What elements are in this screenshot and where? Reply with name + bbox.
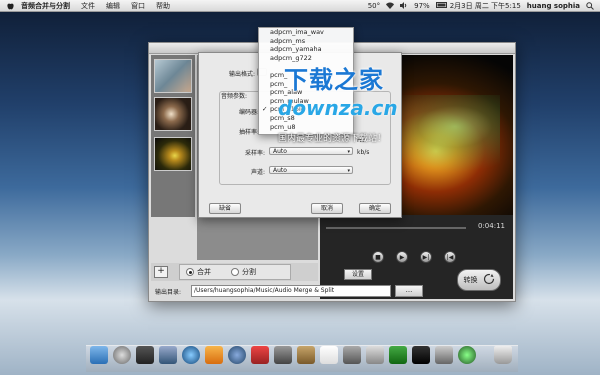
codec-option[interactable]: adpcm_yamaha [259,45,353,54]
app-store-icon[interactable] [228,346,246,364]
split-label: 分割 [242,268,256,276]
clock[interactable]: 2月3日 周二 下午5:15 [450,1,521,11]
menu-edit[interactable]: 编辑 [106,1,120,11]
stop-icon: ■ [375,253,381,261]
stop-button[interactable]: ■ [372,251,384,263]
trash-icon[interactable] [494,346,512,364]
watermark-slogan: 国内最专业的资源下载站！ [278,134,387,144]
codec-option[interactable]: pcm_u8 [259,123,353,132]
merge-label: 合并 [197,268,211,276]
samplerate-select[interactable]: Auto ▾ [269,147,353,155]
app-icon[interactable] [274,346,292,364]
default-button[interactable]: 缺省 [209,203,241,214]
app-icon[interactable] [159,346,177,364]
menu-help[interactable]: 帮助 [156,1,170,11]
channels-value: Auto [273,167,287,174]
battery-icon [435,2,447,9]
refresh-icon [483,273,495,287]
finder-icon[interactable] [90,346,108,364]
mission-control-icon[interactable] [136,346,154,364]
app-icon[interactable] [251,346,269,364]
audio-merge-split-icon[interactable] [458,346,476,364]
apple-icon[interactable] [6,1,15,10]
play-icon: ▶ [399,253,405,261]
launchpad-icon[interactable] [113,346,131,364]
samplerate-value: Auto [273,148,287,155]
checkmark-icon: ✓ [262,105,268,114]
wifi-icon[interactable] [386,2,395,9]
kbps-unit: kb/s [357,149,370,156]
radio-dot [231,268,239,276]
merge-radio[interactable]: 合并 [186,267,211,277]
menu-window[interactable]: 窗口 [131,1,145,11]
calendar-icon[interactable] [320,346,338,364]
app-menu[interactable]: 音频合并与分割 [21,1,70,11]
file-thumbnail[interactable] [154,97,192,131]
file-list [151,55,195,217]
watermark-title: 下载之家 [284,66,384,94]
app-icon[interactable] [389,346,407,364]
previous-icon: |◀ [446,253,454,261]
chevron-down-icon: ▾ [347,149,350,155]
watermark-url: downza.cn [278,96,398,120]
battery-percent[interactable]: 97% [414,2,430,10]
convert-button[interactable]: 转换 [457,269,501,291]
chevron-down-icon: ▾ [347,168,350,174]
output-dir-label: 输出目录: [155,289,182,296]
contacts-icon[interactable] [297,346,315,364]
output-path-field[interactable]: /Users/huangsophia/Music/Audio Merge & S… [191,285,391,297]
codec-option[interactable]: adpcm_ima_wav [259,28,353,37]
codec-label: 编码器: [239,109,260,116]
volume-icon[interactable] [400,2,408,9]
samplerate-label: 采样率: [245,150,266,157]
user-name[interactable]: huang sophia [527,2,580,10]
menu-file[interactable]: 文件 [81,1,95,11]
progress-slider[interactable] [326,227,466,229]
cancel-button[interactable]: 取消 [311,203,343,214]
bitrate-label: 抽样率: [239,129,260,136]
previous-button[interactable]: |◀ [444,251,456,263]
codec-option[interactable]: adpcm_ms [259,37,353,46]
file-thumbnail[interactable] [154,59,192,93]
terminal-icon[interactable] [412,346,430,364]
radio-dot [186,268,194,276]
ok-button[interactable]: 确定 [359,203,391,214]
app-icon[interactable] [366,346,384,364]
convert-label: 转换 [463,276,478,284]
split-radio[interactable]: 分割 [231,267,256,277]
time-label: 0:04:11 [478,222,505,230]
menu-bar: 音频合并与分割 文件 编辑 窗口 帮助 50° 97% 2月3日 周二 下午5:… [0,0,600,12]
channels-label: 声道: [251,169,266,176]
channels-select[interactable]: Auto ▾ [269,166,353,174]
browse-button[interactable]: ... [395,285,423,297]
mode-radio-group: 合并 分割 [179,264,291,280]
app-icon[interactable] [343,346,361,364]
spotlight-icon[interactable] [586,2,594,10]
ibooks-icon[interactable] [205,346,223,364]
output-format-label: 输出格式: [229,71,256,78]
mode-bar: + 合并 分割 [151,263,318,281]
next-icon: ▶| [422,253,430,261]
file-thumbnail[interactable] [154,137,192,171]
add-file-button[interactable]: + [154,266,168,278]
settings-button[interactable]: 设置 [344,269,372,280]
temperature-readout[interactable]: 50° [368,2,380,10]
play-button[interactable]: ▶ [396,251,408,263]
next-button[interactable]: ▶| [420,251,432,263]
safari-icon[interactable] [182,346,200,364]
plus-icon: + [157,266,165,276]
app-icon[interactable] [435,346,453,364]
